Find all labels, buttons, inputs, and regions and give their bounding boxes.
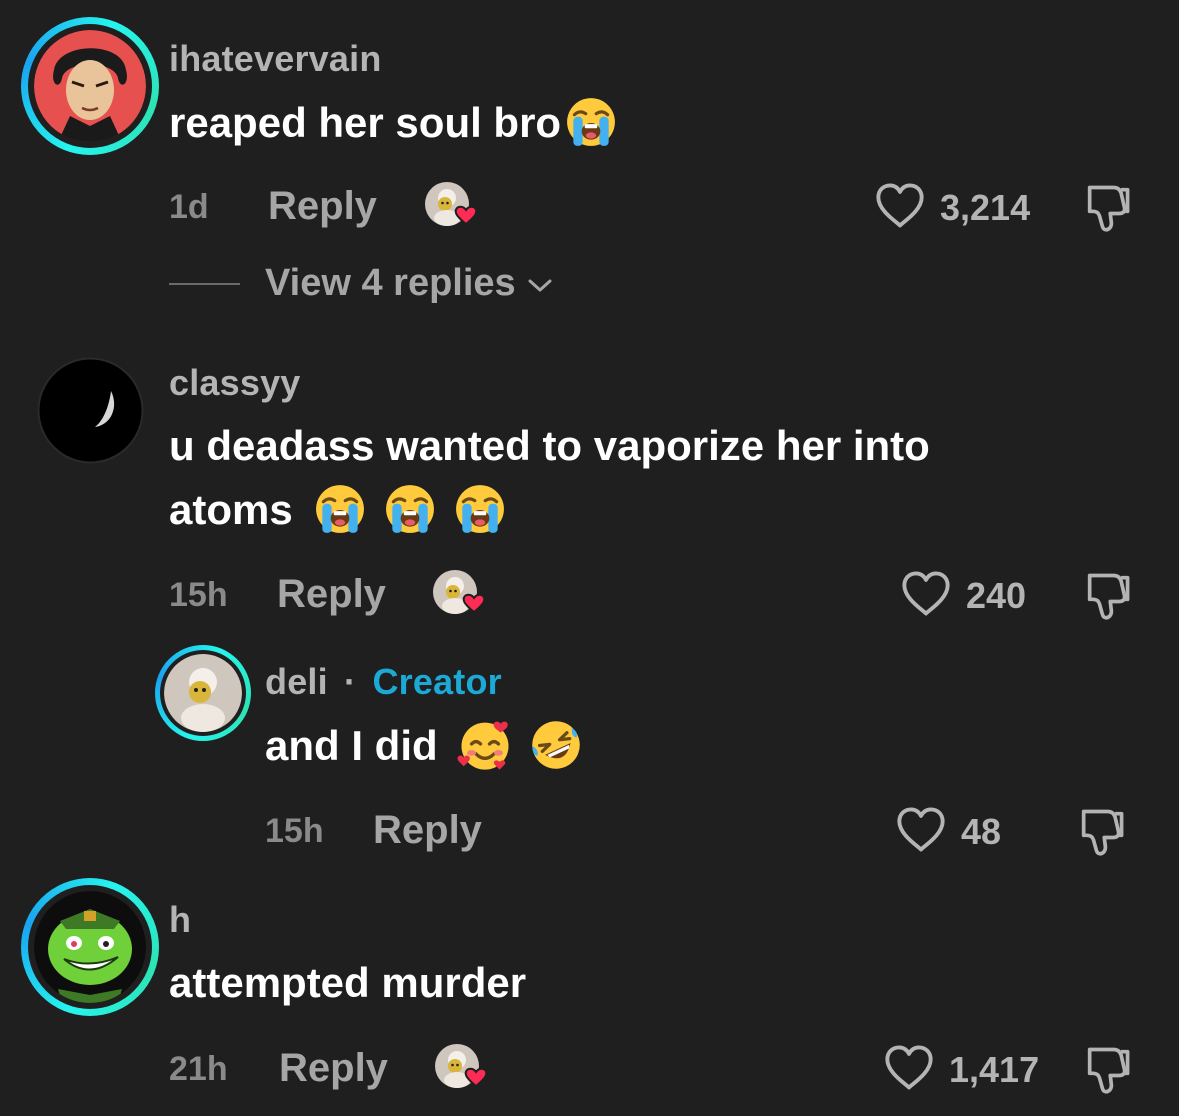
- separator-dot: ·: [344, 661, 357, 702]
- creator-liked-heart-badge: [431, 568, 493, 620]
- avatar[interactable]: [37, 357, 144, 464]
- like-count: 48: [961, 811, 1002, 852]
- comment-text-content: reaped her soul bro: [169, 99, 562, 146]
- loudly-crying-face-emoji: [565, 96, 617, 148]
- comment-text-content: and I did: [265, 722, 438, 769]
- reply-button[interactable]: Reply: [373, 808, 482, 853]
- thumbs-down-icon[interactable]: [1075, 805, 1127, 857]
- view-replies-button[interactable]: View 4 replies: [265, 262, 554, 305]
- reply-button[interactable]: Reply: [277, 572, 386, 617]
- smiling-face-with-hearts-emoji: [457, 717, 513, 773]
- reply-username-row: deli · Creator: [265, 661, 502, 703]
- comment-time: 15h: [169, 576, 228, 614]
- avatar[interactable]: [155, 645, 251, 741]
- thumbs-down-icon[interactable]: [1081, 181, 1133, 233]
- creator-liked-heart-badge: [423, 180, 485, 232]
- creator-badge: Creator: [372, 661, 502, 702]
- like-count: 240: [966, 575, 1027, 616]
- comment-text: u deadass wanted to vaporize her into at…: [169, 414, 1129, 542]
- avatar-image: [34, 30, 146, 142]
- reply-button[interactable]: Reply: [268, 184, 377, 229]
- divider: [169, 283, 240, 285]
- chevron-down-icon: [528, 279, 552, 292]
- like-count: 3,214: [940, 187, 1031, 228]
- comment-time: 1d: [169, 188, 209, 226]
- avatar-image: [34, 891, 146, 1003]
- comment-username[interactable]: classyy: [169, 362, 301, 404]
- thumbs-down-icon[interactable]: [1081, 569, 1133, 621]
- comment-text-content: attempted murder: [169, 959, 527, 1006]
- creator-liked-heart-badge: [433, 1042, 495, 1094]
- comment-text-content: atoms: [169, 486, 293, 533]
- comment-time: 15h: [265, 812, 324, 850]
- comment-text: and I did: [265, 714, 583, 778]
- avatar-image: [164, 654, 242, 732]
- comment-username[interactable]: h: [169, 899, 191, 941]
- rolling-on-floor-laughing-emoji: [529, 718, 583, 772]
- heart-outline-icon[interactable]: [883, 1044, 935, 1092]
- reply-button[interactable]: Reply: [279, 1046, 388, 1091]
- avatar-image: [37, 357, 144, 464]
- heart-outline-icon[interactable]: [900, 570, 952, 618]
- comment-text-line: u deadass wanted to vaporize her into: [169, 422, 930, 469]
- like-count: 1,417: [949, 1049, 1040, 1090]
- heart-outline-icon[interactable]: [895, 806, 947, 854]
- comment-username[interactable]: ihatevervain: [169, 38, 382, 80]
- heart-outline-icon[interactable]: [874, 182, 926, 230]
- comment-text-line-2: atoms: [169, 478, 1129, 542]
- view-replies-label: View 4 replies: [265, 262, 516, 304]
- comment-text: reaped her soul bro: [169, 91, 617, 155]
- loudly-crying-face-emoji: [384, 483, 436, 535]
- avatar[interactable]: [21, 878, 159, 1016]
- comment-username[interactable]: deli: [265, 661, 328, 702]
- comment-text: attempted murder: [169, 951, 526, 1015]
- loudly-crying-face-emoji: [314, 483, 366, 535]
- avatar[interactable]: [21, 17, 159, 155]
- loudly-crying-face-emoji: [454, 483, 506, 535]
- thumbs-down-icon[interactable]: [1081, 1043, 1133, 1095]
- comment-time: 21h: [169, 1050, 228, 1088]
